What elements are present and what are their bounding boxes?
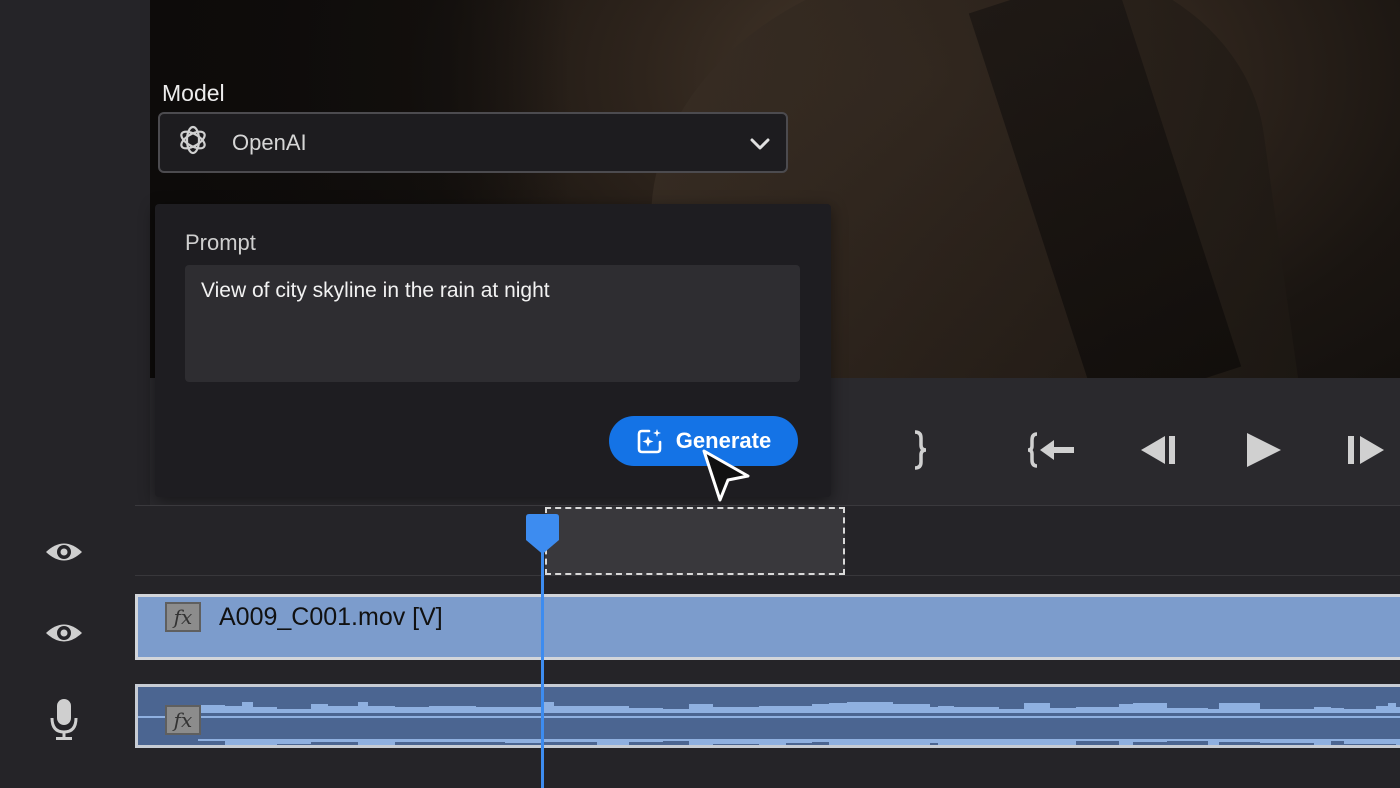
step-forward-button[interactable]	[1344, 427, 1388, 473]
generate-button[interactable]: Generate	[609, 416, 798, 466]
prompt-label: Prompt	[185, 230, 256, 255]
go-to-in-icon	[1028, 432, 1074, 468]
audio-waveform	[138, 702, 1400, 745]
model-selected-value: OpenAI	[232, 129, 307, 155]
go-to-in-button[interactable]	[1026, 427, 1078, 473]
step-back-icon	[1141, 436, 1175, 464]
track-header-column	[0, 0, 150, 788]
generate-button-label: Generate	[675, 428, 772, 453]
play-icon	[1247, 433, 1281, 467]
chevron-down-icon	[750, 138, 770, 150]
microphone-icon[interactable]	[40, 699, 88, 740]
prompt-input[interactable]: View of city skyline in the rain at nigh…	[185, 265, 800, 382]
model-dropdown[interactable]: OpenAI	[158, 112, 788, 173]
playhead-line[interactable]	[541, 540, 544, 788]
prompt-panel: Prompt View of city skyline in the rain …	[155, 204, 831, 497]
fx-badge[interactable]: fx	[165, 705, 201, 735]
track-separator	[135, 575, 1400, 576]
eye-icon[interactable]	[40, 613, 88, 653]
mark-out-button[interactable]	[902, 427, 936, 473]
video-clip-name: A009_C001.mov [V]	[219, 603, 443, 631]
eye-icon[interactable]	[40, 532, 88, 572]
timeline-divider	[135, 505, 1400, 506]
audio-clip[interactable]: fx	[135, 684, 1400, 748]
step-forward-icon	[1348, 436, 1384, 464]
generated-clip-placeholder[interactable]	[545, 507, 845, 575]
video-clip[interactable]: fx A009_C001.mov [V]	[135, 594, 1400, 660]
fx-badge[interactable]: fx	[165, 602, 201, 632]
sparkle-generate-icon	[637, 429, 662, 454]
mark-out-icon	[914, 430, 927, 470]
step-back-button[interactable]	[1136, 427, 1182, 473]
playhead-handle[interactable]	[526, 514, 559, 554]
play-button[interactable]	[1240, 427, 1286, 473]
model-label: Model	[162, 80, 225, 106]
openai-logo-icon	[176, 123, 210, 162]
